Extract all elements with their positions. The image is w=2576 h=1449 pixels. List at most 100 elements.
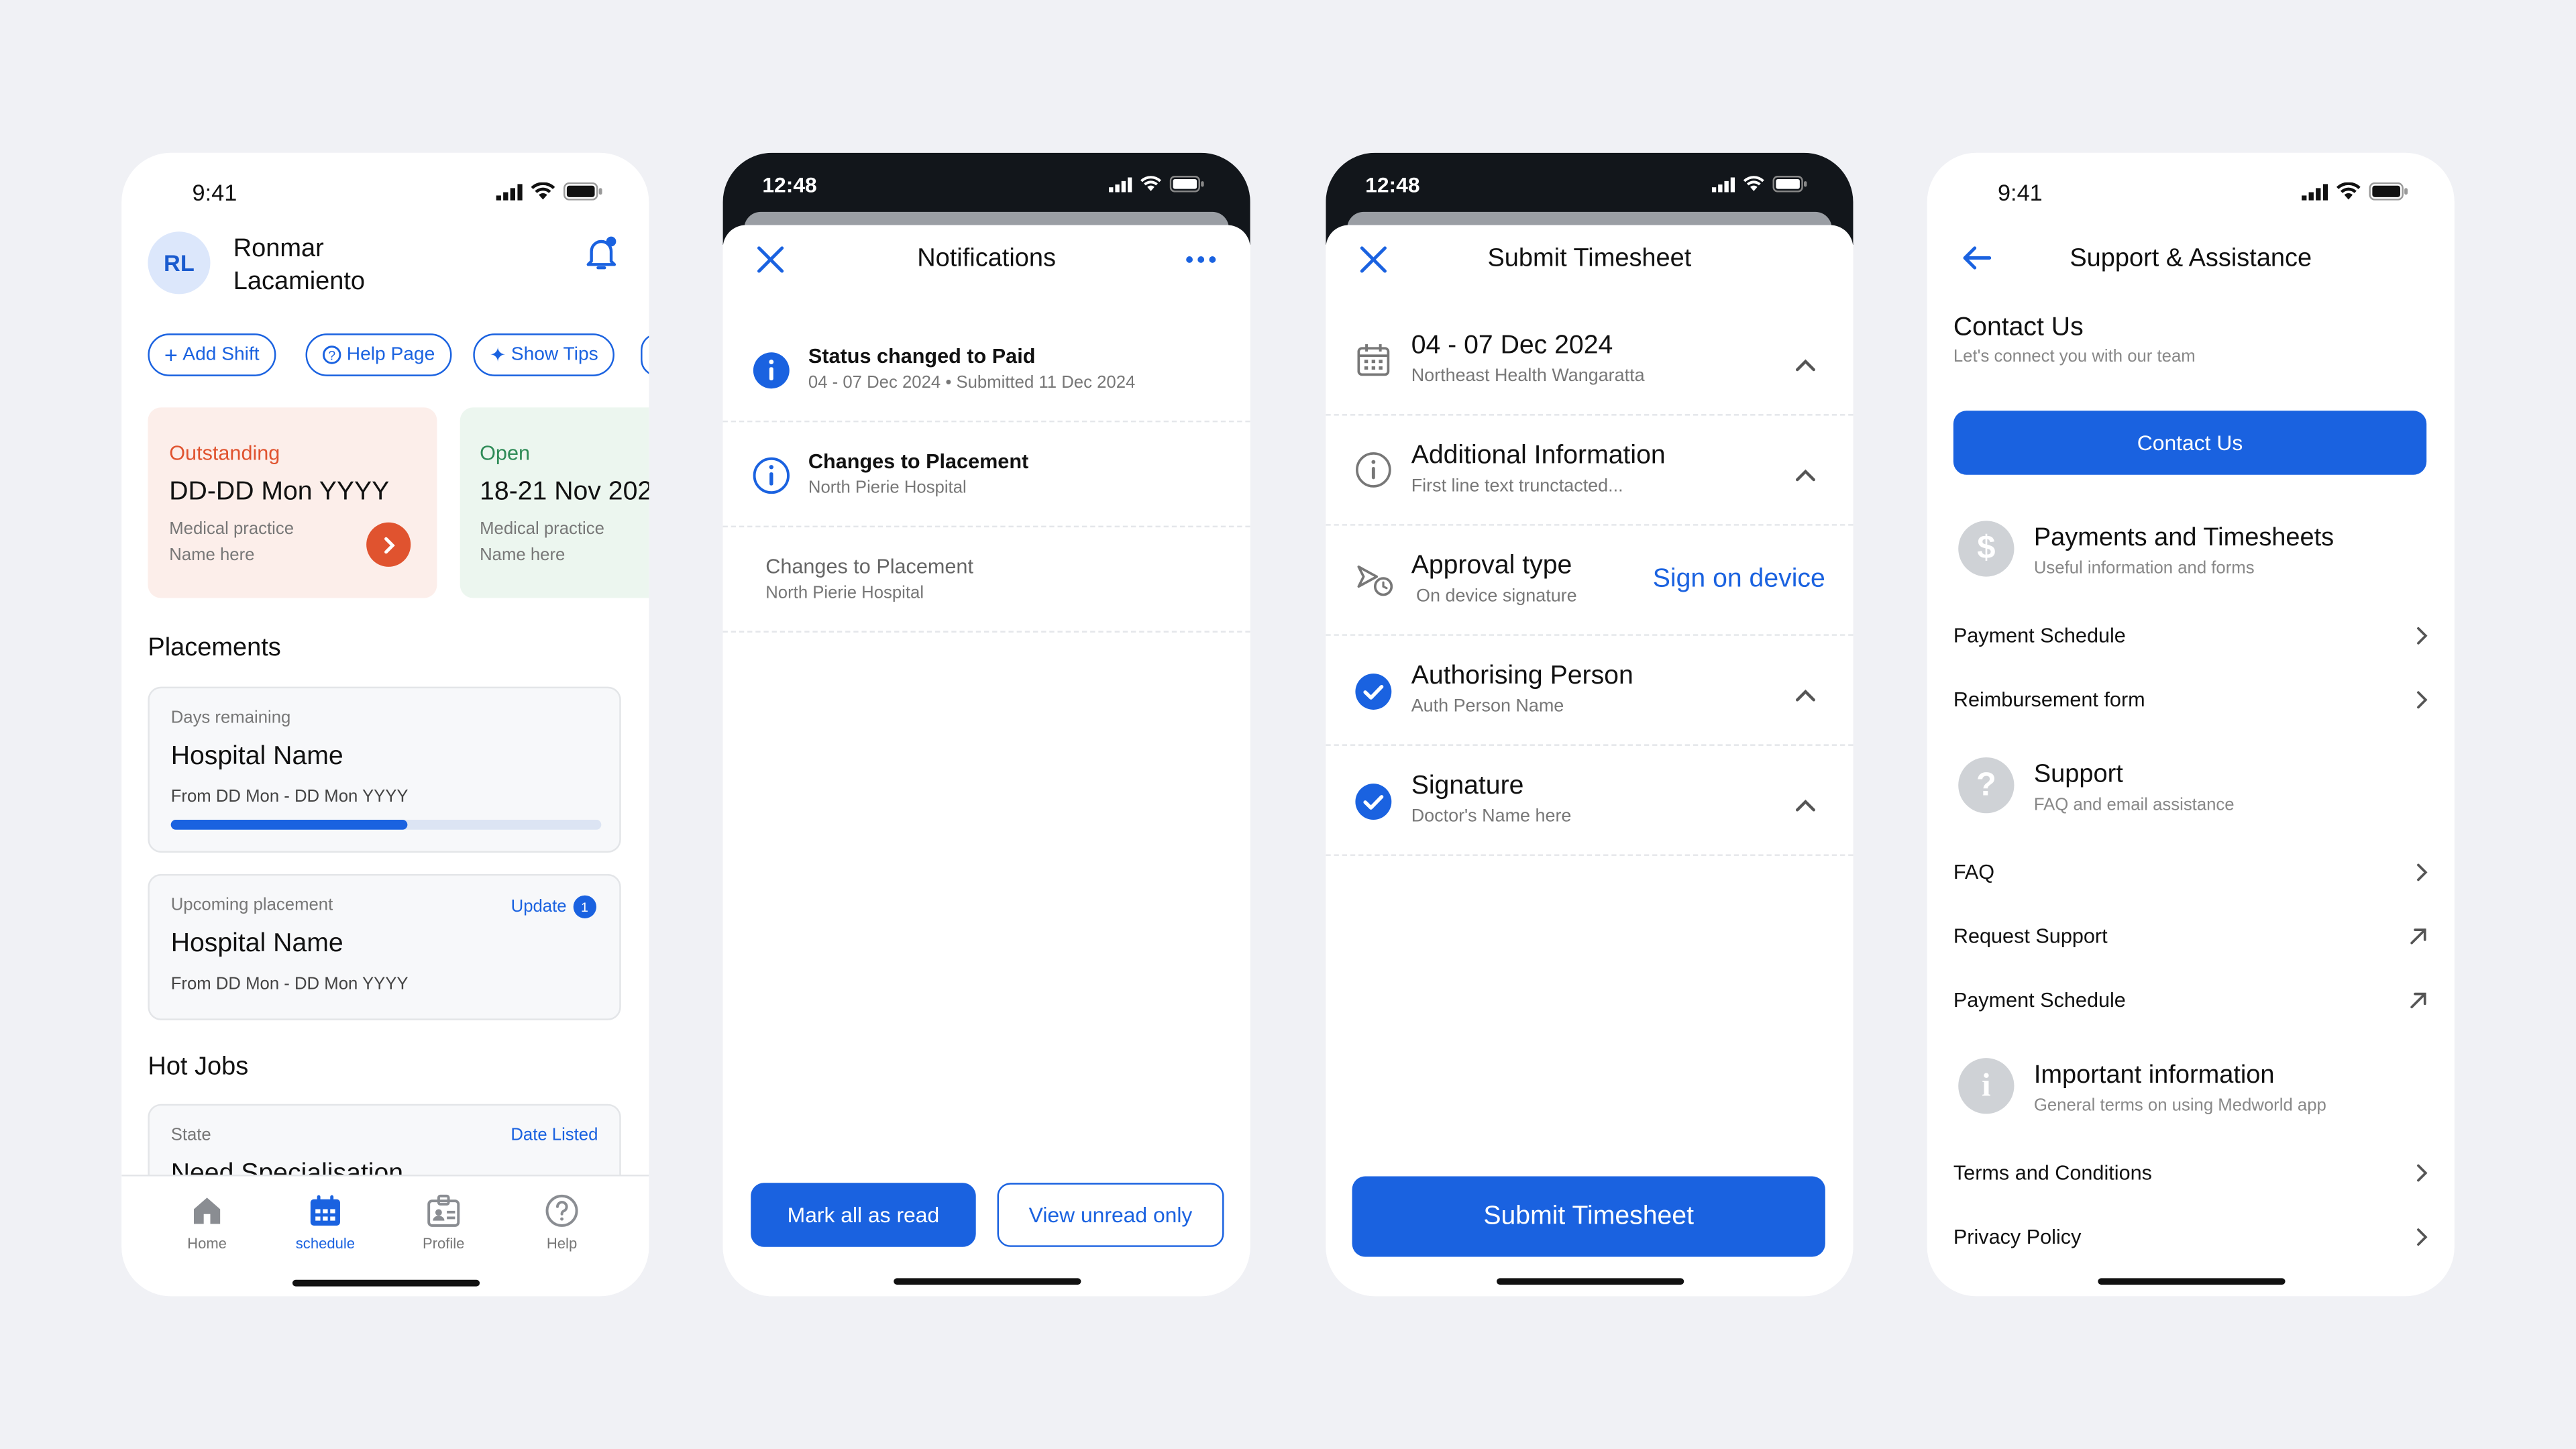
help-page-chip[interactable]: ? Help Page (305, 333, 451, 376)
upcoming-placement-label: Upcoming placement (170, 895, 333, 916)
status-time: 12:48 (1365, 172, 1420, 197)
avatar[interactable]: RL (148, 231, 211, 294)
update-badge: 1 (573, 895, 596, 918)
home-indicator (291, 1279, 479, 1287)
view-unread-button[interactable]: View unread only (997, 1183, 1224, 1247)
status-time: 9:41 (1997, 178, 2043, 206)
wifi-icon (1743, 176, 1764, 191)
status-time: 9:41 (192, 178, 237, 206)
timesheet-row-signature[interactable]: Signature Doctor's Name here (1326, 746, 1854, 856)
info-filled-icon (753, 352, 790, 398)
signal-icon (1109, 176, 1132, 192)
open-card[interactable]: Open 18-21 Nov 2023 Medical practice Nam… (460, 407, 649, 598)
faq-link[interactable]: FAQ (1953, 861, 2428, 884)
submit-timesheet-button[interactable]: Submit Timesheet (1352, 1176, 1825, 1257)
chevron-up-icon[interactable] (1794, 462, 1817, 491)
notification-item-read[interactable]: Changes to Placement North Pierie Hospit… (722, 527, 1250, 633)
show-tips-chip[interactable]: ✦ Show Tips (473, 333, 615, 376)
add-shift-chip[interactable]: + Add Shift (148, 333, 276, 376)
tab-profile-label: Profile (422, 1235, 465, 1252)
battery-icon (2369, 182, 2408, 201)
svg-text:?: ? (328, 348, 335, 363)
chevron-up-icon[interactable] (1794, 682, 1817, 711)
notification-title: Status changed to Paid (808, 345, 1036, 368)
check-circle-icon (1354, 782, 1393, 830)
open-practice: Medical practice (480, 519, 604, 539)
notification-item[interactable]: Changes to Placement North Pierie Hospit… (722, 422, 1250, 528)
tab-bar: Home schedule Profile Help (121, 1175, 649, 1297)
notification-sub: 04 - 07 Dec 2024 • Submitted 11 Dec 2024 (808, 372, 1136, 393)
days-remaining-label: Days remaining (170, 708, 291, 728)
timesheet-row-approval-type[interactable]: Approval type On device signature Sign o… (1326, 526, 1854, 636)
outstanding-date: DD-DD Mon YYYY (169, 478, 390, 506)
update-link[interactable]: Update 1 (511, 895, 596, 918)
hospital-name: Hospital Name (170, 930, 343, 958)
placement-card-current[interactable]: Days remaining Hospital Name From DD Mon… (148, 686, 621, 853)
notification-sub: North Pierie Hospital (808, 478, 967, 498)
support-title: Support (2033, 760, 2123, 789)
page-title: Support & Assistance (2070, 244, 2312, 273)
privacy-policy-link[interactable]: Privacy Policy (1953, 1226, 2428, 1248)
row-sub: Auth Person Name (1411, 696, 1564, 716)
timesheet-row-date[interactable]: 04 - 07 Dec 2024 Northeast Health Wangar… (1326, 306, 1854, 416)
tab-home[interactable]: Home (158, 1193, 256, 1252)
chevron-up-icon[interactable] (1794, 792, 1817, 821)
user-name: Ronmar Lacamiento (233, 233, 365, 299)
chevron-right-icon (2417, 627, 2428, 645)
outstanding-status: Outstanding (169, 441, 280, 466)
home-icon (193, 1197, 221, 1224)
question-icon: ? (1958, 757, 2015, 814)
wifi-icon (2336, 182, 2361, 200)
row-title: Approval type (1411, 551, 1572, 580)
outstanding-card[interactable]: Outstanding DD-DD Mon YYYY Medical pract… (148, 407, 437, 598)
home-indicator (2097, 1278, 2285, 1285)
calendar-icon (1355, 341, 1391, 386)
more-chip[interactable] (641, 333, 649, 376)
show-tips-label: Show Tips (511, 345, 598, 365)
row-title: 04 - 07 Dec 2024 (1411, 331, 1613, 360)
notification-item[interactable]: Status changed to Paid 04 - 07 Dec 2024 … (722, 317, 1250, 423)
info-outline-icon (1355, 451, 1391, 496)
job-state: State (170, 1125, 211, 1145)
open-date: 18-21 Nov 2023 (480, 478, 649, 506)
tab-help[interactable]: Help (513, 1193, 611, 1252)
timesheet-row-additional-info[interactable]: Additional Information First line text t… (1326, 416, 1854, 526)
placements-title: Placements (148, 634, 281, 662)
timesheet-row-authorising-person[interactable]: Authorising Person Auth Person Name (1326, 636, 1854, 746)
contact-us-button[interactable]: Contact Us (1953, 411, 2427, 475)
payments-sub: Useful information and forms (2033, 558, 2255, 579)
outstanding-practice: Medical practice (169, 519, 294, 539)
update-label: Update (511, 897, 567, 917)
tab-profile[interactable]: Profile (394, 1193, 493, 1252)
open-name: Name here (480, 545, 566, 566)
placement-card-upcoming[interactable]: Upcoming placement Update 1 Hospital Nam… (148, 873, 621, 1020)
more-options-icon[interactable] (1185, 245, 1218, 282)
link-label: FAQ (1953, 861, 1995, 884)
link-label: Request Support (1953, 924, 2108, 949)
tab-schedule[interactable]: schedule (276, 1193, 374, 1252)
reimbursement-form-link[interactable]: Reimbursement form (1953, 688, 2428, 711)
support-sub: FAQ and email assistance (2033, 795, 2235, 815)
status-bar: 9:41 (1927, 153, 2455, 225)
support-screen: 9:41 Support & Assistance Contact Us Let… (1927, 152, 2455, 1297)
question-circle-icon: ? (322, 345, 341, 364)
chevron-up-icon[interactable] (1794, 352, 1817, 381)
row-sub: On device signature (1416, 586, 1577, 606)
placement-range: From DD Mon - DD Mon YYYY (170, 974, 409, 994)
chevron-right-icon[interactable] (366, 522, 411, 567)
help-page-label: Help Page (346, 345, 435, 365)
plus-icon: + (164, 341, 178, 368)
terms-link[interactable]: Terms and Conditions (1953, 1161, 2428, 1185)
link-label: Terms and Conditions (1953, 1161, 2152, 1185)
payment-schedule-external-link[interactable]: Payment Schedule (1953, 989, 2428, 1012)
placement-range: From DD Mon - DD Mon YYYY (170, 787, 409, 807)
hospital-name: Hospital Name (170, 742, 343, 771)
payment-schedule-link[interactable]: Payment Schedule (1953, 625, 2428, 647)
page-title: Notifications (917, 244, 1057, 273)
user-last-name: Lacamiento (233, 268, 366, 296)
notification-bell-icon[interactable] (582, 233, 621, 281)
chevron-right-icon (2417, 863, 2428, 881)
mark-all-read-button[interactable]: Mark all as read (751, 1183, 976, 1247)
request-support-link[interactable]: Request Support (1953, 925, 2428, 948)
sign-on-device-link[interactable]: Sign on device (1653, 565, 1825, 594)
